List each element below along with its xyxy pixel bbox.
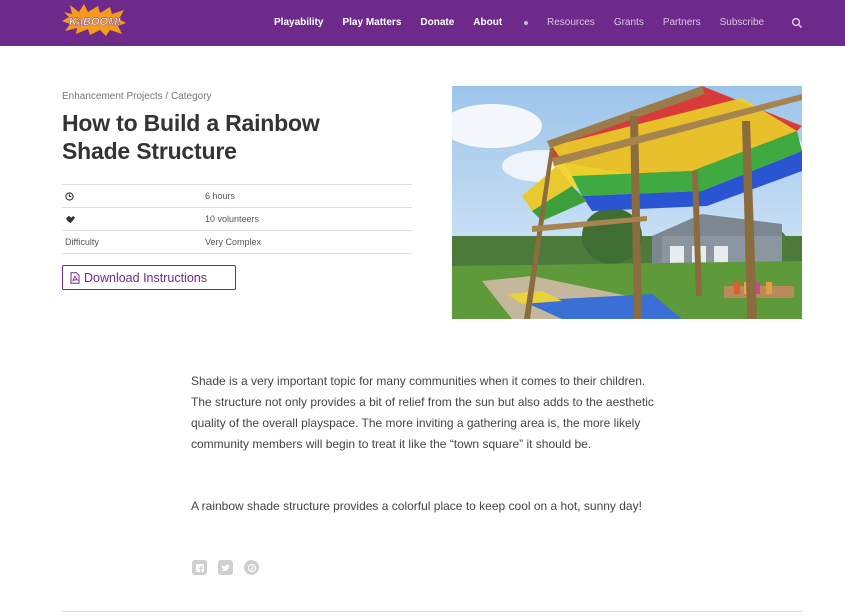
nav-item-partners[interactable]: Partners (663, 17, 701, 28)
twitter-icon[interactable] (218, 560, 233, 575)
svg-text:KaBOOM!: KaBOOM! (69, 16, 121, 28)
nav-item-playability[interactable]: Playability (274, 17, 323, 28)
share-buttons (192, 560, 259, 575)
handshake-icon (66, 215, 75, 223)
nav-item-about[interactable]: About (473, 17, 502, 28)
fact-row-volunteers: 10 volunteers (62, 208, 412, 231)
body-paragraph-2: A rainbow shade structure provides a col… (191, 499, 642, 513)
fact-value-volunteers: 10 volunteers (205, 214, 260, 224)
clock-icon (65, 191, 74, 201)
search-icon[interactable] (791, 17, 803, 29)
breadcrumb[interactable]: Enhancement Projects / Category (62, 91, 212, 102)
nav-item-subscribe[interactable]: Subscribe (720, 17, 764, 28)
fact-label-difficulty: Difficulty (65, 237, 99, 247)
nav-item-grants[interactable]: Grants (614, 17, 644, 28)
primary-nav: Playability Play Matters Donate About (274, 17, 521, 28)
body-paragraph-1: Shade is a very important topic for many… (191, 374, 654, 451)
footer-divider (62, 611, 803, 612)
nav-item-play-matters[interactable]: Play Matters (342, 17, 401, 28)
page-title: How to Build a Rainbow Shade Structure (62, 110, 320, 164)
top-nav: KaBOOM! Playability Play Matters Donate … (0, 0, 845, 46)
download-button-label: Download Instructions (84, 270, 207, 285)
secondary-nav: Resources Grants Partners Subscribe (547, 17, 783, 28)
fact-value-difficulty: Very Complex (205, 237, 262, 247)
pinterest-icon[interactable] (244, 560, 259, 575)
project-facts-table: 6 hours 10 volunteers Difficulty Very Co… (62, 184, 412, 254)
rainbow-shade-structure-photo (452, 86, 802, 319)
download-instructions-button[interactable]: Download Instructions (62, 265, 236, 290)
facebook-icon[interactable] (192, 560, 207, 575)
nav-item-resources[interactable]: Resources (547, 17, 595, 28)
fact-value-time: 6 hours (205, 191, 236, 201)
fact-row-difficulty: Difficulty Very Complex (62, 231, 412, 254)
nav-item-donate[interactable]: Donate (420, 17, 454, 28)
fact-row-time: 6 hours (62, 185, 412, 208)
kaboom-logo[interactable]: KaBOOM! (62, 4, 126, 36)
nav-separator-dot (524, 21, 528, 25)
pdf-file-icon (70, 271, 80, 284)
